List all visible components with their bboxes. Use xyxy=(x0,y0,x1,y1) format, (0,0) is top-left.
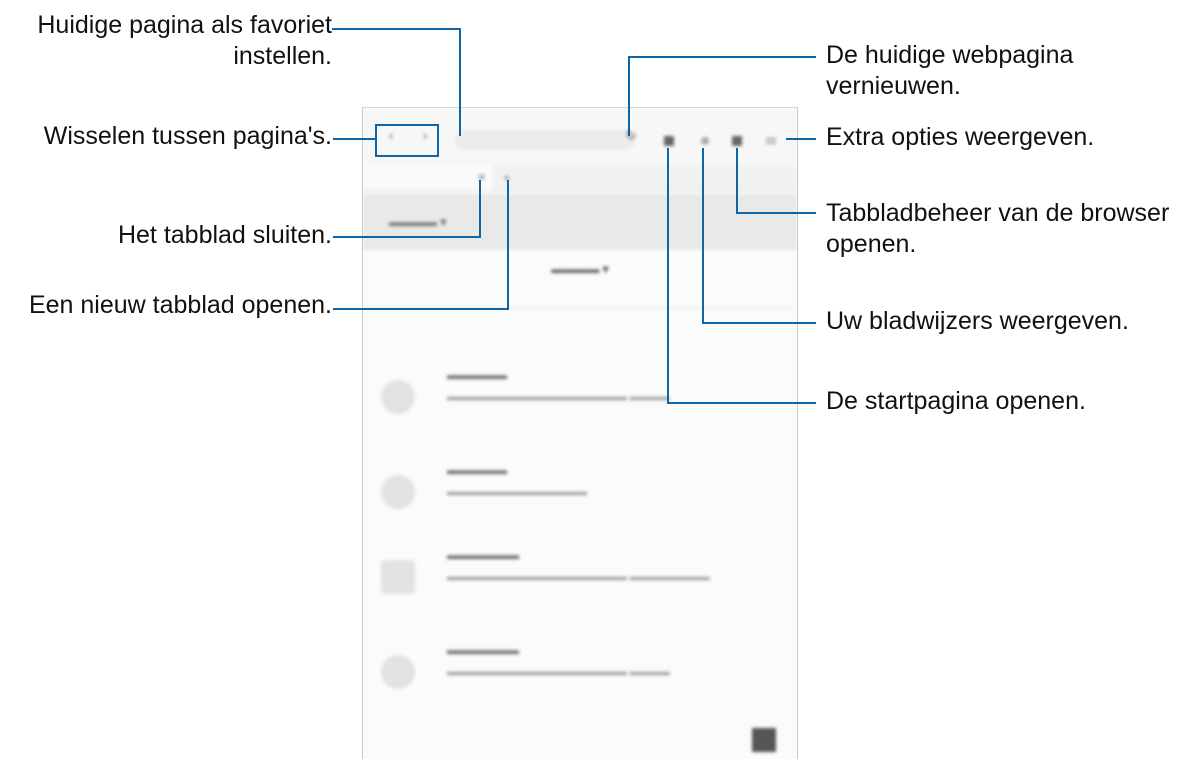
leader-close-h xyxy=(333,236,481,238)
browser-screenshot: ‹ › ☆ ↻ ✕ + ▬▬▬▬ ▾ ▬▬▬▬ ▾ ▬▬▬▬▬ xyxy=(362,107,798,759)
callout-bookmarks: Uw bladwijzers weergeven. xyxy=(826,307,1129,335)
feature-description: ▬▬▬▬▬▬▬▬▬▬▬▬▬▬ xyxy=(447,487,587,498)
feature-description: ▬▬▬▬▬▬▬▬▬▬▬▬▬▬▬▬▬▬ ▬▬▬▬▬▬▬▬ xyxy=(447,572,710,583)
callout-home: De startpagina openen. xyxy=(826,387,1086,415)
callout-new-tab: Een nieuw tabblad openen. xyxy=(28,291,332,319)
switch-pages-bracket xyxy=(375,124,439,157)
feature-title: ▬▬▬▬▬▬ xyxy=(447,643,519,657)
tab-strip: ✕ + xyxy=(363,166,797,191)
leader-home-h xyxy=(667,402,816,404)
filter-band: ▬▬▬▬ ▾ xyxy=(363,194,797,250)
leader-favorite-h xyxy=(332,28,461,30)
filters-button[interactable]: ▬▬▬▬ ▾ xyxy=(389,215,446,229)
leader-new-h xyxy=(333,308,509,310)
leader-tabs-v xyxy=(736,148,738,214)
feature-title: ▬▬▬▬▬ xyxy=(447,368,507,382)
callout-close-tab: Het tabblad sluiten. xyxy=(117,221,332,249)
callout-favorite: Huidige pagina als favoriet instellen. xyxy=(37,11,332,71)
home-icon[interactable] xyxy=(663,135,675,147)
feature-item: ▬▬▬▬▬▬ ▬▬▬▬▬▬▬▬▬▬▬▬▬▬▬▬▬▬ ▬▬▬▬▬▬▬▬ xyxy=(363,538,797,628)
leader-bookmarks-v xyxy=(702,148,704,324)
refresh-icon[interactable]: ↻ xyxy=(625,129,637,142)
leader-bookmarks-h xyxy=(702,322,816,324)
days-icon xyxy=(381,560,415,594)
tab-manager-icon[interactable] xyxy=(731,135,743,147)
bookmark-icon[interactable] xyxy=(699,135,711,147)
leader-tabs-h xyxy=(736,212,816,214)
leader-close-v xyxy=(479,180,481,238)
banking-icon xyxy=(381,655,415,689)
leader-new-v xyxy=(507,180,509,310)
leader-favorite-v xyxy=(459,28,461,136)
leader-more-h xyxy=(786,138,816,140)
returns-icon xyxy=(381,475,415,509)
callout-more-options: Extra opties weergeven. xyxy=(826,123,1095,151)
leader-home-v xyxy=(667,148,669,404)
menu-icon[interactable] xyxy=(765,135,777,147)
shop-button[interactable]: ▬▬▬▬ ▾ xyxy=(363,262,797,276)
feature-title: ▬▬▬▬▬ xyxy=(447,463,507,477)
url-bar[interactable] xyxy=(455,130,635,150)
delivery-icon xyxy=(381,380,415,414)
tab[interactable]: ✕ xyxy=(363,166,493,190)
callout-tab-manager: Tabbladbeheer van de browser openen. xyxy=(826,199,1170,259)
leader-refresh-h xyxy=(628,56,816,58)
leader-switch-h xyxy=(333,138,375,140)
callout-refresh: De huidige webpagina vernieuwen. xyxy=(826,41,1074,101)
feature-item: ▬▬▬▬▬ ▬▬▬▬▬▬▬▬▬▬▬▬▬▬ xyxy=(363,453,797,543)
feature-description: ▬▬▬▬▬▬▬▬▬▬▬▬▬▬▬▬▬▬ ▬▬▬▬ xyxy=(447,667,670,678)
callout-switch-pages: Wisselen tussen pagina's. xyxy=(43,122,332,150)
leader-refresh-v xyxy=(628,56,630,136)
feature-item: ▬▬▬▬▬▬ ▬▬▬▬▬▬▬▬▬▬▬▬▬▬▬▬▬▬ ▬▬▬▬ xyxy=(363,633,797,723)
scroll-top-button[interactable] xyxy=(752,728,776,752)
feature-title: ▬▬▬▬▬▬ xyxy=(447,548,519,562)
